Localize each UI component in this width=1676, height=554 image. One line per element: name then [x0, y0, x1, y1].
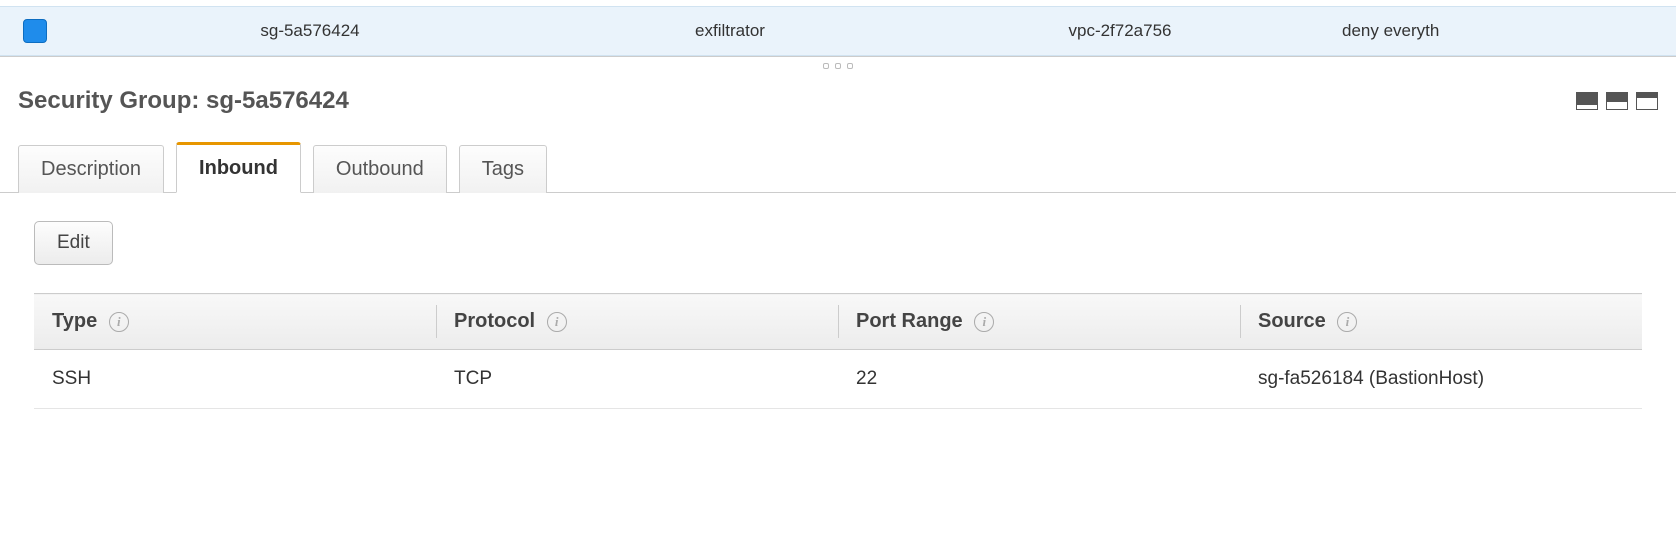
cell-group-id: sg-5a576424: [70, 21, 550, 41]
cell-group-name: exfiltrator: [550, 21, 910, 41]
col-header-source: Source i: [1240, 294, 1642, 350]
inbound-tab-content: Edit Type i Protocol i Port Range i Sour…: [0, 193, 1676, 437]
tab-description[interactable]: Description: [18, 145, 164, 193]
info-icon[interactable]: i: [974, 312, 994, 332]
info-icon[interactable]: i: [547, 312, 567, 332]
pane-splitter[interactable]: [0, 57, 1676, 75]
col-header-type-label: Type: [52, 310, 97, 332]
table-row: SSH TCP 22 sg-fa526184 (BastionHost): [34, 350, 1642, 409]
col-header-port-range-label: Port Range: [856, 310, 963, 332]
tab-inbound[interactable]: Inbound: [176, 142, 301, 193]
grip-dot-icon: [823, 63, 829, 69]
title-id: sg-5a576424: [206, 87, 349, 114]
row-checkbox-checked-icon[interactable]: [23, 19, 47, 43]
layout-full-icon[interactable]: [1576, 92, 1598, 110]
security-group-list: sg-5a576424 exfiltrator vpc-2f72a756 den…: [0, 0, 1676, 57]
layout-switcher: [1576, 92, 1658, 110]
col-header-port-range: Port Range i: [838, 294, 1240, 350]
cell-type: SSH: [34, 350, 436, 409]
tab-outbound[interactable]: Outbound: [313, 145, 447, 193]
layout-min-icon[interactable]: [1636, 92, 1658, 110]
layout-split-icon[interactable]: [1606, 92, 1628, 110]
table-row[interactable]: sg-5a576424 exfiltrator vpc-2f72a756 den…: [0, 6, 1676, 56]
info-icon[interactable]: i: [109, 312, 129, 332]
table-header-row: Type i Protocol i Port Range i Source i: [34, 294, 1642, 350]
grip-dot-icon: [847, 63, 853, 69]
cell-port-range: 22: [838, 350, 1240, 409]
cell-protocol: TCP: [436, 350, 838, 409]
detail-header: Security Group: sg-5a576424: [0, 75, 1676, 123]
row-checkbox-cell: [0, 19, 70, 43]
grip-dot-icon: [835, 63, 841, 69]
cell-vpc-id: vpc-2f72a756: [910, 21, 1330, 41]
col-header-type: Type i: [34, 294, 436, 350]
title-prefix: Security Group:: [18, 87, 206, 114]
inbound-rules-table: Type i Protocol i Port Range i Source i: [34, 293, 1642, 409]
col-header-source-label: Source: [1258, 310, 1326, 332]
cell-description: deny everyth: [1330, 21, 1676, 41]
cell-source: sg-fa526184 (BastionHost): [1240, 350, 1642, 409]
detail-tabs: Description Inbound Outbound Tags: [0, 123, 1676, 193]
col-header-protocol-label: Protocol: [454, 310, 535, 332]
col-header-protocol: Protocol i: [436, 294, 838, 350]
page-title: Security Group: sg-5a576424: [18, 87, 349, 115]
info-icon[interactable]: i: [1337, 312, 1357, 332]
edit-button[interactable]: Edit: [34, 221, 113, 265]
tab-tags[interactable]: Tags: [459, 145, 547, 193]
